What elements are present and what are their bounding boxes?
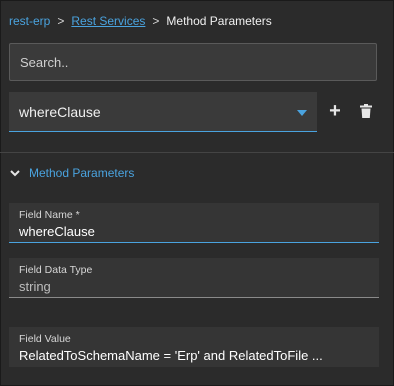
divider bbox=[0, 152, 394, 153]
chevron-down-icon bbox=[10, 170, 20, 177]
breadcrumb: rest-erp > Rest Services > Method Parameters bbox=[9, 13, 272, 29]
field-label: Field Name * bbox=[19, 209, 80, 221]
field-value[interactable]: RelatedToSchemaName = 'Erp' and RelatedT… bbox=[19, 347, 369, 365]
field-value[interactable]: whereClause bbox=[19, 223, 369, 241]
breadcrumb-parent-link[interactable]: Rest Services bbox=[71, 14, 145, 28]
method-parameter-select[interactable]: whereClause bbox=[9, 92, 317, 132]
field-label: Field Value bbox=[19, 333, 71, 345]
field-value-field[interactable]: Field Value RelatedToSchemaName = 'Erp' … bbox=[9, 327, 379, 367]
breadcrumb-current: Method Parameters bbox=[166, 14, 272, 28]
add-icon[interactable]: + bbox=[327, 101, 343, 121]
field-label: Field Data Type bbox=[19, 264, 93, 276]
field-name-field[interactable]: Field Name * whereClause bbox=[9, 203, 379, 243]
search-box bbox=[9, 43, 377, 81]
section-title: Method Parameters bbox=[29, 166, 135, 180]
breadcrumb-separator: > bbox=[152, 14, 160, 28]
breadcrumb-separator: > bbox=[57, 14, 65, 28]
field-value[interactable]: string bbox=[19, 278, 369, 296]
search-input[interactable] bbox=[10, 44, 376, 80]
breadcrumb-root-link[interactable]: rest-erp bbox=[9, 14, 50, 28]
trash-icon[interactable] bbox=[358, 102, 374, 120]
caret-down-icon[interactable] bbox=[297, 110, 307, 116]
field-data-type-field[interactable]: Field Data Type string bbox=[9, 258, 379, 298]
select-value: whereClause bbox=[19, 104, 101, 120]
section-toggle-method-parameters[interactable]: Method Parameters bbox=[9, 165, 134, 181]
